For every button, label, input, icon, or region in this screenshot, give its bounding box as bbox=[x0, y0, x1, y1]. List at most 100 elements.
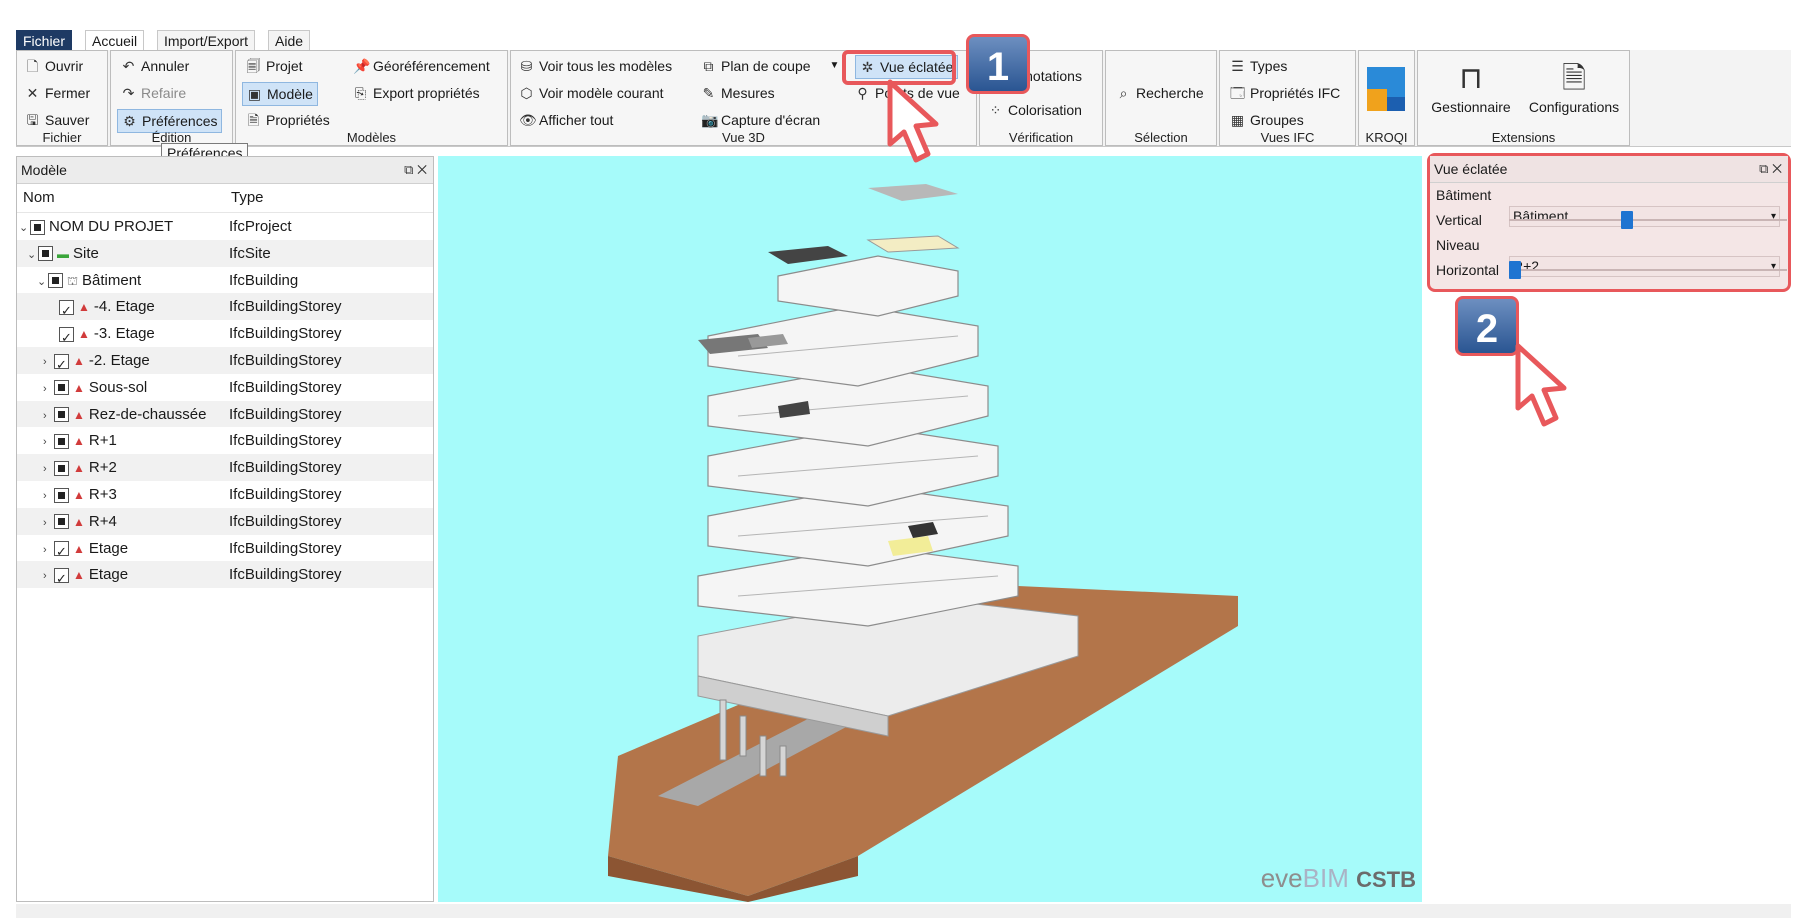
kroqi-button[interactable] bbox=[1367, 67, 1407, 113]
expand-arrow-icon[interactable]: › bbox=[43, 510, 54, 537]
visibility-checkbox[interactable] bbox=[54, 380, 69, 396]
location-pin-icon: ⚲ bbox=[857, 84, 868, 101]
open-button[interactable]: 🗋 Ouvrir bbox=[25, 55, 83, 77]
expand-arrow-icon[interactable]: ⌄ bbox=[37, 269, 48, 296]
visibility-checkbox[interactable] bbox=[54, 433, 69, 449]
visibility-checkbox[interactable] bbox=[59, 297, 74, 324]
types-button[interactable]: ☰ Types bbox=[1230, 55, 1287, 77]
visibility-checkbox[interactable] bbox=[59, 324, 74, 351]
dropdown-arrow-icon[interactable]: ▼ bbox=[830, 55, 840, 77]
tree-row[interactable]: ⌄ NOM DU PROJET IfcProject bbox=[17, 213, 433, 240]
models-icon: ⛁ bbox=[520, 57, 533, 74]
model-button[interactable]: ▣ Modèle bbox=[242, 82, 318, 106]
expand-arrow-icon[interactable]: › bbox=[43, 349, 54, 376]
expand-arrow-icon[interactable]: ⌄ bbox=[19, 215, 30, 242]
ifc-properties-button[interactable]: 🗔 Propriétés IFC bbox=[1230, 82, 1340, 104]
manager-label: Gestionnaire bbox=[1431, 99, 1511, 115]
section-plane-button[interactable]: ⧉ Plan de coupe ▼ bbox=[701, 55, 840, 77]
groups-label: Groupes bbox=[1250, 112, 1304, 128]
pointer-cursor-icon bbox=[1515, 343, 1567, 427]
close-button[interactable]: ✕ Fermer bbox=[25, 82, 91, 104]
georeferencing-button[interactable]: 📌 Géoréférencement bbox=[353, 55, 490, 77]
expand-arrow-icon[interactable]: ⌄ bbox=[27, 242, 38, 269]
expand-arrow-icon[interactable]: › bbox=[43, 403, 54, 430]
close-panel-icon[interactable]: ✕ bbox=[1772, 161, 1782, 176]
3d-viewport[interactable]: eveBIM CSTB bbox=[438, 156, 1422, 902]
close-icon: ✕ bbox=[26, 84, 39, 101]
horizontal-slider-track[interactable] bbox=[1509, 269, 1787, 271]
undo-button[interactable]: ↶ Annuler bbox=[121, 55, 190, 77]
group-modeles: 🗐 Projet ▣ Modèle 🗎 Propriétés 📌 Géoréférenc… bbox=[235, 50, 508, 146]
tree-row[interactable]: › ▲Etage IfcBuildingStorey bbox=[17, 561, 433, 592]
tree-row[interactable]: ▲-4. Etage IfcBuildingStorey bbox=[17, 293, 433, 324]
colorisation-label: Colorisation bbox=[1008, 102, 1082, 118]
model-icon: ▣ bbox=[247, 85, 262, 102]
column-header-type[interactable]: Type bbox=[231, 184, 264, 212]
tree-row[interactable]: ⌄ ▬ Site IfcSite bbox=[17, 239, 433, 269]
group-label-selection: Sélection bbox=[1134, 130, 1188, 145]
tree-row[interactable]: ⌄ ⛫ Bâtiment IfcBuilding bbox=[17, 267, 433, 294]
site-icon: ▬ bbox=[57, 246, 69, 261]
show-current-model-button[interactable]: ⬡ Voir modèle courant bbox=[519, 82, 663, 104]
storey-icon: ▲ bbox=[78, 300, 90, 315]
measure-button[interactable]: ✎ Mesures bbox=[701, 82, 775, 104]
tree-row[interactable]: › ▲ Sous-sol IfcBuildingStorey bbox=[17, 374, 433, 401]
float-icon[interactable]: ⧉ bbox=[1759, 161, 1768, 176]
expand-arrow-icon[interactable]: › bbox=[43, 456, 54, 483]
close-panel-icon[interactable]: ✕ bbox=[417, 162, 427, 177]
expand-arrow-icon[interactable]: › bbox=[43, 563, 54, 590]
visibility-checkbox[interactable] bbox=[54, 514, 69, 530]
visibility-checkbox[interactable] bbox=[54, 407, 69, 423]
redo-button[interactable]: ↷ Refaire bbox=[121, 82, 187, 104]
vertical-slider-track[interactable] bbox=[1509, 219, 1787, 221]
expand-arrow-icon[interactable]: › bbox=[43, 376, 54, 403]
show-all-button[interactable]: 👁 Afficher tout bbox=[519, 109, 613, 131]
visibility-checkbox[interactable] bbox=[54, 487, 69, 503]
visibility-checkbox[interactable] bbox=[54, 351, 69, 378]
tree-row[interactable]: › ▲ R+4 IfcBuildingStorey bbox=[17, 507, 433, 537]
georeferencing-label: Géoréférencement bbox=[373, 58, 490, 74]
properties-icon: 🗎 bbox=[247, 111, 260, 128]
float-icon[interactable]: ⧉ bbox=[404, 162, 413, 177]
visibility-checkbox[interactable] bbox=[54, 460, 69, 476]
tree-row[interactable]: ▲-3. Etage IfcBuildingStorey bbox=[17, 320, 433, 351]
search-icon: ⌕ bbox=[1119, 84, 1128, 101]
colorisation-button[interactable]: ⁘ Colorisation bbox=[988, 99, 1082, 121]
groups-button[interactable]: ▦ Groupes bbox=[1230, 109, 1304, 131]
expand-arrow-icon[interactable]: › bbox=[43, 537, 54, 564]
groups-icon: ▦ bbox=[1230, 111, 1245, 128]
watermark-bim: BIM bbox=[1302, 863, 1349, 893]
tree-row[interactable]: › ▲ R+1 IfcBuildingStorey bbox=[17, 427, 433, 454]
vertical-slider-thumb[interactable] bbox=[1620, 211, 1633, 229]
tree-row[interactable]: › ▲Etage IfcBuildingStorey bbox=[17, 535, 433, 565]
visibility-checkbox[interactable] bbox=[38, 246, 53, 262]
menu-bar: Fichier Accueil Import/Export Aide bbox=[16, 30, 1791, 53]
screenshot-button[interactable]: 📷 Capture d'écran bbox=[701, 109, 820, 131]
export-properties-button[interactable]: ⎘ Export propriétés bbox=[353, 82, 480, 104]
expand-arrow-icon[interactable]: › bbox=[43, 483, 54, 510]
tree-row[interactable]: › ▲ R+3 IfcBuildingStorey bbox=[17, 481, 433, 508]
group-fichier: 🗋 Ouvrir ✕ Fermer 🖫 Sauver Fichier bbox=[16, 50, 108, 146]
visibility-checkbox[interactable] bbox=[54, 538, 69, 565]
save-button[interactable]: 🖫 Sauver bbox=[25, 109, 90, 131]
manager-button[interactable]: ⊓ Gestionnaire bbox=[1424, 59, 1518, 115]
properties-button[interactable]: 🗎 Propriétés bbox=[246, 109, 330, 131]
tree-row[interactable]: › ▲-2. Etage IfcBuildingStorey bbox=[17, 346, 433, 378]
project-button[interactable]: 🗐 Projet bbox=[246, 55, 303, 77]
export-icon: ⎘ bbox=[354, 84, 367, 101]
exploded-building-model bbox=[608, 184, 1238, 902]
section-plane-icon: ⧉ bbox=[703, 57, 714, 74]
column-header-name[interactable]: Nom bbox=[23, 184, 55, 212]
tree-row[interactable]: › ▲ Rez-de-chaussée IfcBuildingStorey bbox=[17, 400, 433, 430]
list-icon: ☰ bbox=[1231, 57, 1244, 74]
visibility-checkbox[interactable] bbox=[54, 565, 69, 592]
search-button[interactable]: ⌕ Recherche bbox=[1116, 82, 1204, 104]
expand-arrow-icon[interactable]: › bbox=[43, 429, 54, 456]
visibility-checkbox[interactable] bbox=[30, 219, 45, 235]
configurations-button[interactable]: 🗎 Configurations bbox=[1522, 59, 1626, 115]
show-all-models-button[interactable]: ⛁ Voir tous les modèles bbox=[519, 55, 672, 77]
visibility-checkbox[interactable] bbox=[48, 273, 63, 289]
tree-row[interactable]: › ▲ R+2 IfcBuildingStorey bbox=[17, 454, 433, 481]
cube-icon: ⬡ bbox=[520, 84, 533, 101]
horizontal-slider-thumb[interactable] bbox=[1509, 261, 1521, 279]
